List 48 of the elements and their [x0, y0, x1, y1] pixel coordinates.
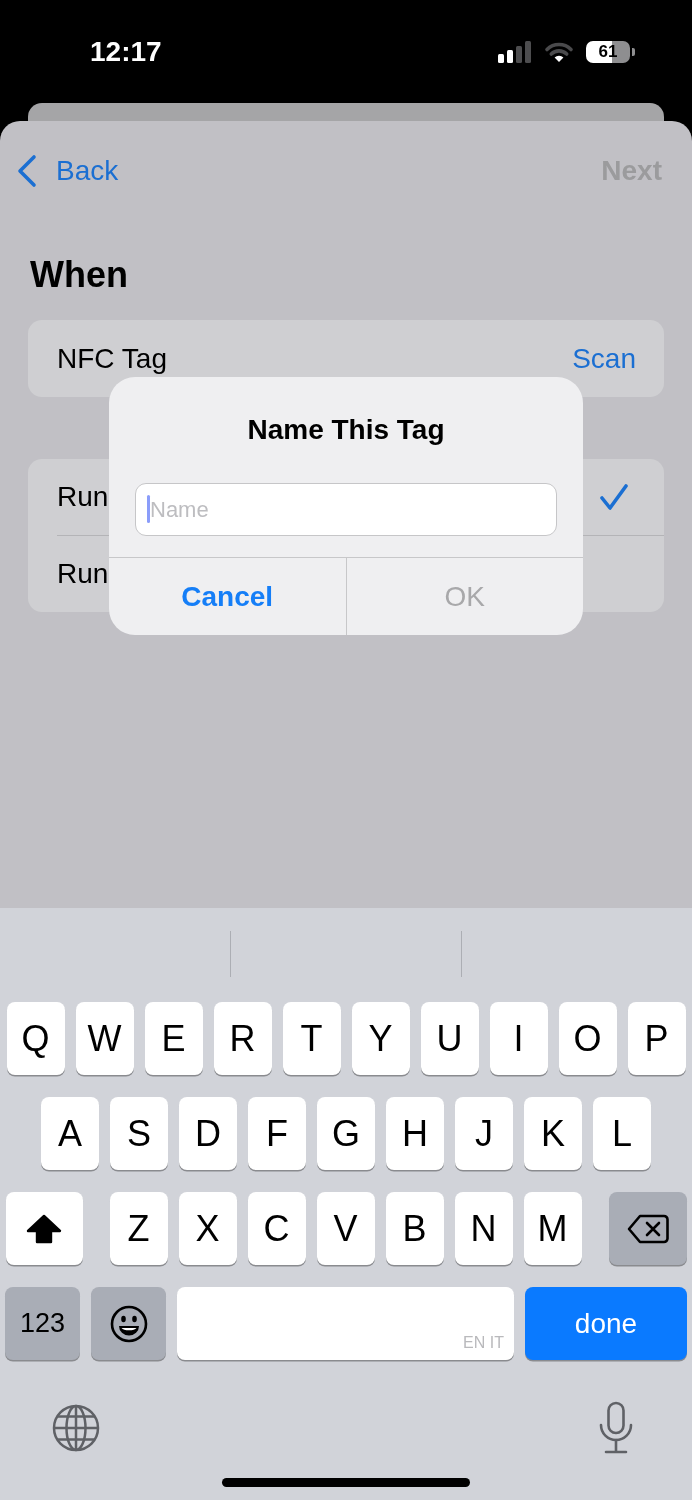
delete-icon: [626, 1213, 669, 1244]
keyboard-key[interactable]: W: [75, 1002, 134, 1075]
keyboard-key[interactable]: H: [386, 1097, 444, 1170]
battery-indicator: 61: [586, 40, 635, 63]
trigger-label: NFC Tag: [57, 342, 167, 375]
keyboard-key[interactable]: E: [144, 1002, 203, 1075]
keyboard-key[interactable]: X: [178, 1192, 237, 1265]
status-time: 12:17: [90, 35, 162, 68]
keyboard-key[interactable]: U: [420, 1002, 479, 1075]
keyboard-key[interactable]: M: [523, 1192, 582, 1265]
keyboard-key[interactable]: L: [593, 1097, 651, 1170]
option-label[interactable]: Run: [57, 558, 109, 590]
signal-icon: [498, 40, 532, 63]
keyboard-key[interactable]: O: [558, 1002, 617, 1075]
cursor-icon: [147, 495, 150, 523]
alert-title: Name This Tag: [246, 414, 446, 446]
keyboard-key[interactable]: J: [455, 1097, 513, 1170]
microphone-icon[interactable]: [598, 1401, 634, 1455]
emoji-key[interactable]: [91, 1287, 166, 1360]
keyboard-key[interactable]: T: [282, 1002, 341, 1075]
keyboard-key[interactable]: G: [317, 1097, 375, 1170]
keyboard-key[interactable]: Q: [6, 1002, 65, 1075]
wifi-icon: [544, 40, 574, 63]
globe-icon[interactable]: [52, 1404, 100, 1452]
keyboard-key[interactable]: D: [179, 1097, 237, 1170]
smiley-icon: [109, 1304, 148, 1343]
numbers-key[interactable]: 123: [5, 1287, 80, 1360]
name-field[interactable]: Name: [135, 483, 557, 536]
keyboard-key[interactable]: R: [213, 1002, 272, 1075]
keyboard-key[interactable]: P: [627, 1002, 686, 1075]
delete-key[interactable]: [608, 1192, 687, 1265]
option-label[interactable]: Run: [57, 481, 109, 513]
section-title: When: [30, 255, 128, 295]
done-key[interactable]: done: [525, 1287, 687, 1360]
shift-key[interactable]: [5, 1192, 83, 1265]
keyboard-key[interactable]: I: [489, 1002, 548, 1075]
keyboard-key[interactable]: Y: [351, 1002, 410, 1075]
keyboard-key[interactable]: S: [110, 1097, 168, 1170]
keyboard-key[interactable]: F: [248, 1097, 306, 1170]
keyboard-key[interactable]: B: [385, 1192, 444, 1265]
chevron-left-icon: [16, 154, 38, 188]
keyboard-key[interactable]: C: [247, 1192, 306, 1265]
keyboard-key[interactable]: K: [524, 1097, 582, 1170]
keyboard-key[interactable]: V: [316, 1192, 375, 1265]
back-label: Back: [56, 155, 119, 187]
keyboard-key[interactable]: N: [454, 1192, 513, 1265]
keyboard-key[interactable]: Z: [109, 1192, 168, 1265]
keyboard-key[interactable]: A: [41, 1097, 99, 1170]
